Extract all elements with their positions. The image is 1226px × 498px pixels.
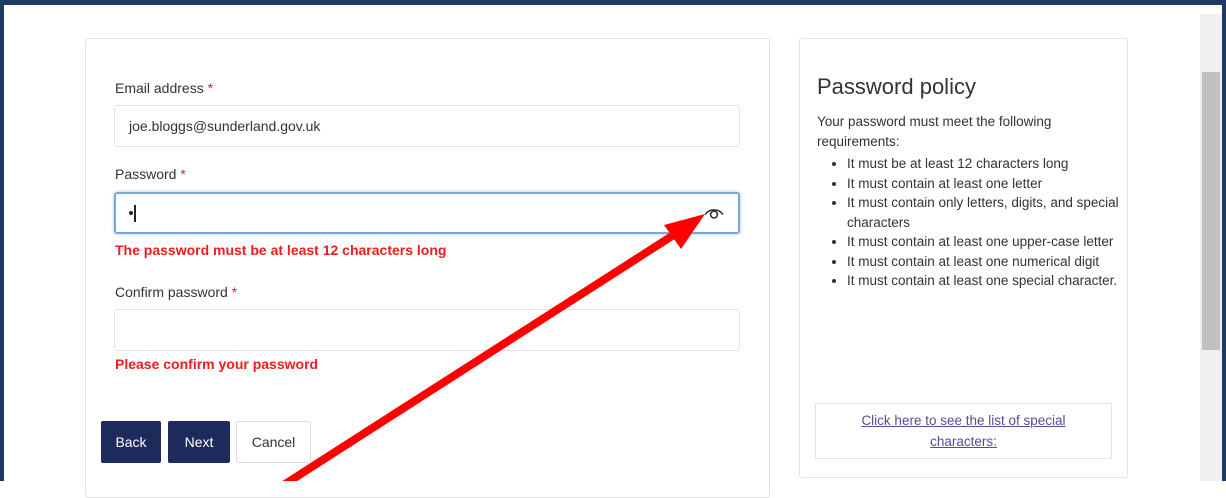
password-error: The password must be at least 12 charact… [115, 242, 447, 258]
policy-rule: It must contain at least one numerical d… [847, 252, 1139, 272]
required-marker: * [231, 284, 238, 300]
password-label: Password * [115, 166, 186, 182]
email-label-text: Email address [115, 80, 204, 96]
eye-icon[interactable] [704, 206, 724, 220]
policy-title: Password policy [817, 74, 976, 99]
policy-rule: It must contain at least one upper-case … [847, 232, 1139, 252]
password-mask-dot [129, 211, 133, 215]
required-marker: * [207, 80, 214, 96]
back-button[interactable]: Back [101, 421, 161, 463]
email-label: Email address * [115, 80, 213, 96]
confirm-password-error: Please confirm your password [115, 356, 319, 372]
text-caret [134, 204, 136, 222]
email-value: joe.bloggs@sunderland.gov.uk [129, 118, 321, 134]
policy-rule: It must contain only letters, digits, an… [847, 193, 1139, 232]
policy-intro: Your password must meet the following re… [817, 114, 1052, 149]
cancel-button[interactable]: Cancel [236, 421, 311, 463]
confirm-password-label: Confirm password * [115, 284, 237, 300]
policy-rule: It must contain at least one special cha… [847, 271, 1139, 291]
confirm-password-label-text: Confirm password [115, 284, 228, 300]
required-marker: * [180, 166, 186, 182]
policy-rules-list: It must be at least 12 characters long I… [817, 154, 1139, 291]
policy-rule: It must be at least 12 characters long [847, 154, 1139, 174]
special-characters-link-box: Click here to see the list of special ch… [815, 403, 1112, 459]
scrollbar-thumb[interactable] [1202, 72, 1220, 350]
password-field[interactable] [114, 192, 740, 234]
special-characters-link[interactable]: Click here to see the list of special ch… [839, 410, 1089, 452]
email-field[interactable]: joe.bloggs@sunderland.gov.uk [114, 105, 740, 147]
confirm-password-field[interactable] [114, 309, 740, 351]
policy-rule: It must contain at least one letter [847, 174, 1139, 194]
next-button[interactable]: Next [168, 421, 230, 463]
password-label-text: Password [115, 166, 177, 182]
